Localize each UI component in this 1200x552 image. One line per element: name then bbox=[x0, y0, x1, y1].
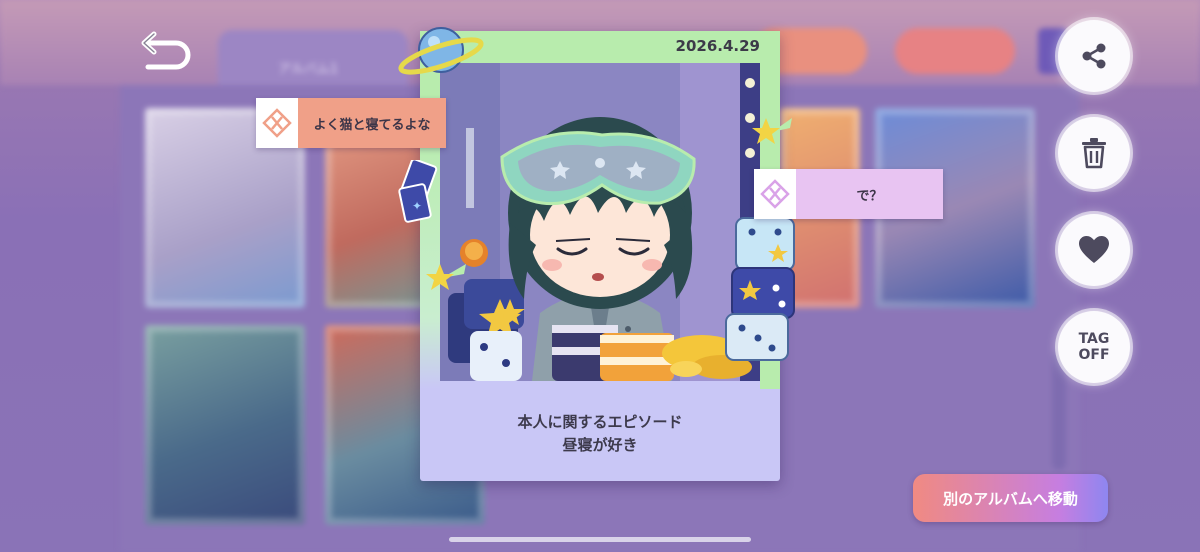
tag-text-1: よく猫と寝てるよな bbox=[298, 98, 446, 148]
card-caption: 本人に関するエピソード 昼寝が好き bbox=[420, 411, 780, 457]
card-date: 2026.4.29 bbox=[675, 37, 760, 55]
move-to-album-button[interactable]: 別のアルバムへ移動 bbox=[913, 474, 1108, 522]
butterfly-cards-sticker-icon: ✦ bbox=[398, 160, 438, 223]
back-arrow-icon bbox=[141, 31, 191, 70]
shooting-star-sticker-icon bbox=[752, 118, 792, 144]
card-caption-line2: 昼寝が好き bbox=[562, 436, 638, 454]
svg-text:✦: ✦ bbox=[412, 199, 422, 213]
tag-label-1[interactable]: よく猫と寝てるよな bbox=[256, 98, 446, 148]
tag-emblem-icon bbox=[754, 169, 796, 219]
tag-toggle-label-line1: TAG bbox=[1078, 331, 1110, 347]
card-caption-line1: 本人に関するエピソード bbox=[517, 413, 683, 431]
heart-icon bbox=[1079, 236, 1109, 263]
tag-label-2[interactable]: で？ bbox=[754, 169, 943, 219]
tag-toggle-label-line2: OFF bbox=[1078, 347, 1110, 363]
back-button[interactable] bbox=[140, 28, 194, 72]
planet-sticker-icon bbox=[398, 27, 484, 75]
shooting-star-sticker-icon bbox=[426, 264, 466, 290]
share-button[interactable] bbox=[1058, 20, 1130, 92]
background-button-b bbox=[895, 28, 1015, 74]
favorite-button[interactable] bbox=[1058, 214, 1130, 286]
tag-toggle-button[interactable]: TAG OFF bbox=[1058, 311, 1130, 383]
dice-stack-sticker-icon bbox=[725, 217, 795, 361]
tag-text-2: で？ bbox=[796, 169, 943, 219]
album-tab-label: アルバム1 bbox=[278, 62, 339, 77]
album-thumbnail bbox=[145, 325, 305, 525]
card-photo bbox=[440, 63, 760, 381]
chibi-character-illustration bbox=[440, 63, 760, 381]
share-icon bbox=[1082, 43, 1106, 69]
home-indicator[interactable] bbox=[449, 537, 751, 542]
tag-emblem-icon bbox=[256, 98, 298, 148]
delete-button[interactable] bbox=[1058, 117, 1130, 189]
trash-icon bbox=[1082, 138, 1106, 169]
